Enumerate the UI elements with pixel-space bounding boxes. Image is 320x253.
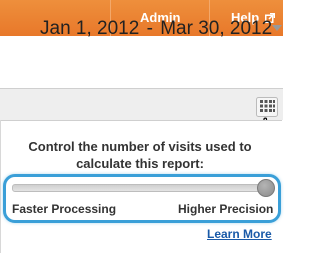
chevron-down-icon[interactable] [272, 25, 282, 32]
date-range-start: Jan 1, 2012 [40, 18, 140, 39]
higher-precision-label: Higher Precision [178, 202, 274, 216]
precision-slider-track[interactable] [12, 184, 268, 192]
faster-processing-label: Faster Processing [12, 202, 117, 216]
precision-slider-handle[interactable] [257, 179, 275, 197]
learn-more-link[interactable]: Learn More [207, 227, 272, 241]
report-toolbar [0, 89, 283, 120]
date-range-picker[interactable]: Jan 1, 2012 - Mar 30, 2012 [40, 18, 272, 40]
date-range-separator: - [146, 18, 153, 39]
sampling-instruction: Control the number of visits used to cal… [28, 139, 252, 171]
date-range-end: Mar 30, 2012 [160, 18, 273, 39]
date-range-area [0, 36, 283, 88]
sampling-grid-icon-button[interactable] [256, 97, 278, 117]
